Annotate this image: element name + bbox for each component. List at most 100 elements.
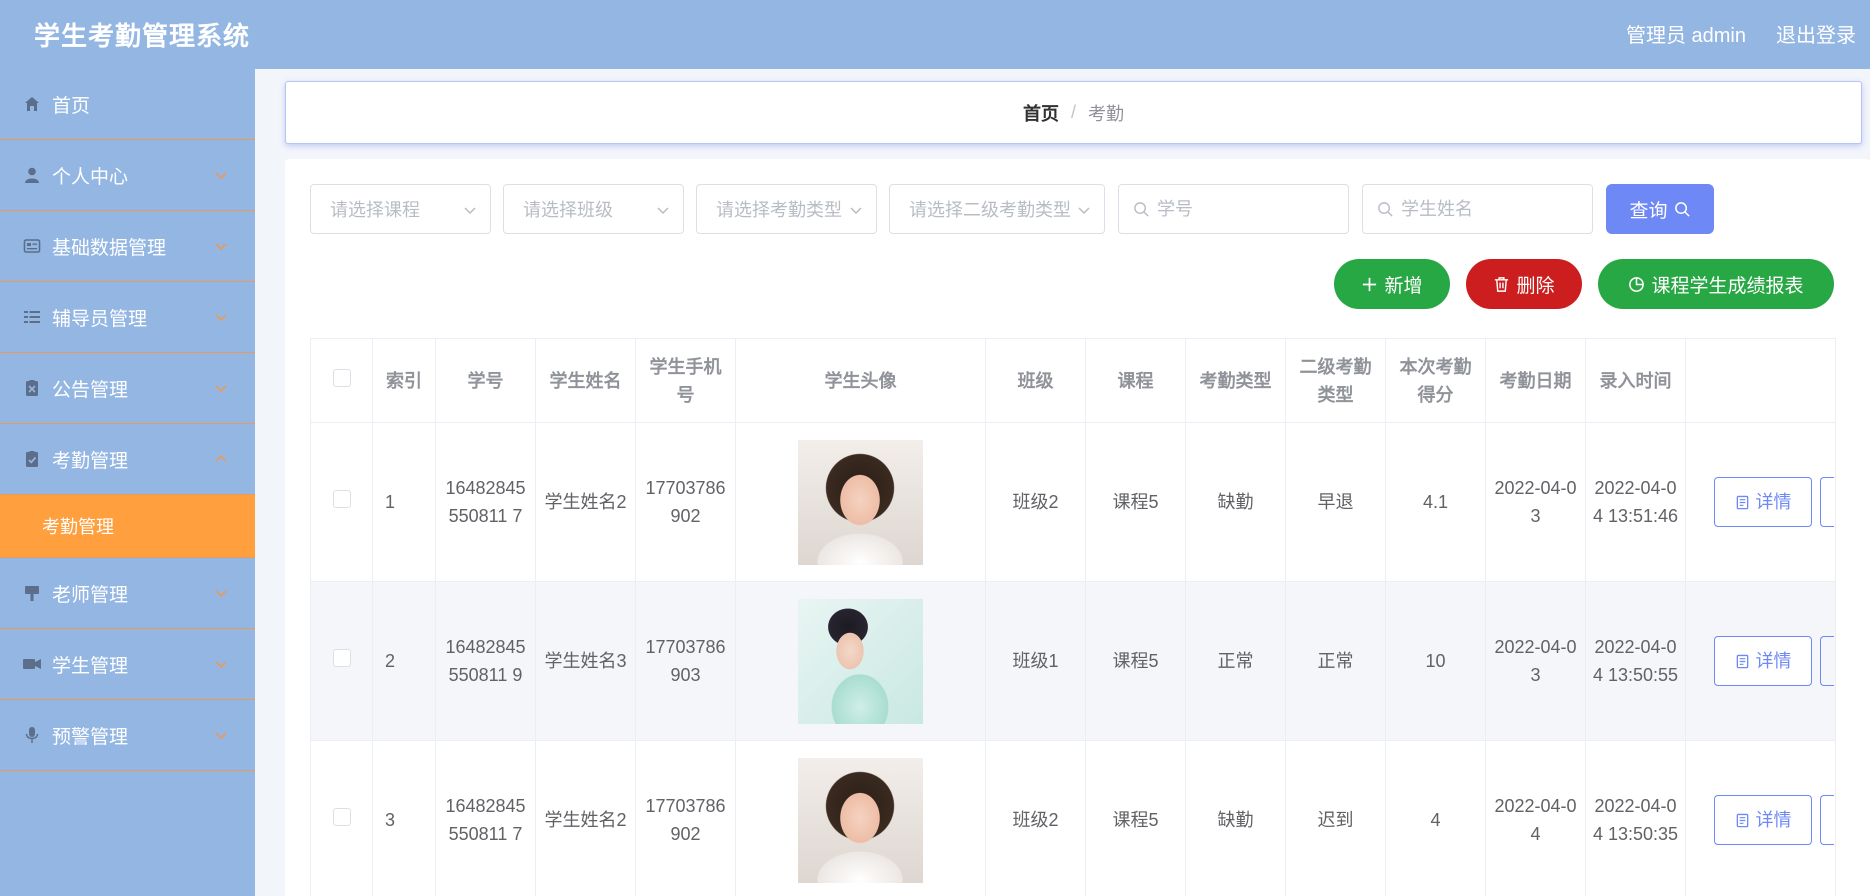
sidebar-item-teacher[interactable]: 老师管理 bbox=[0, 558, 255, 629]
row-checkbox[interactable] bbox=[332, 490, 351, 508]
course-select[interactable]: 请选择课程 bbox=[310, 184, 491, 234]
breadcrumb-current: 考勤 bbox=[1088, 103, 1124, 124]
attendance-type-placeholder: 请选择考勤类型 bbox=[716, 200, 842, 220]
sidebar: 首页 个人中心 基础数据管理 辅导员管理 公告管理 考勤管理 考勤管理 老师管理… bbox=[0, 69, 255, 896]
home-icon bbox=[22, 94, 42, 114]
edit-button[interactable] bbox=[1820, 477, 1834, 527]
column-header: 本次考勤得分 bbox=[1385, 338, 1486, 423]
column-header: 学生头像 bbox=[735, 338, 986, 423]
sidebar-item-student[interactable]: 学生管理 bbox=[0, 629, 255, 700]
top-bar: 学生考勤管理系统 管理员 admin 退出登录 bbox=[0, 0, 1870, 69]
attendance-subtype-placeholder: 请选择二级考勤类型 bbox=[909, 200, 1071, 220]
sidebar-item-warning[interactable]: 预警管理 bbox=[0, 700, 255, 771]
chevron-down-icon bbox=[215, 385, 227, 393]
select-all-cell bbox=[310, 338, 373, 423]
sidebar-item-label: 公告管理 bbox=[52, 379, 129, 401]
add-button-label: 新增 bbox=[1384, 275, 1423, 297]
sidebar-item-home[interactable]: 首页 bbox=[0, 69, 255, 140]
sidebar-subitem-attendance-manage[interactable]: 考勤管理 bbox=[0, 495, 255, 558]
chevron-down-icon bbox=[1078, 207, 1090, 215]
cell-course: 课程5 bbox=[1085, 422, 1186, 582]
sidebar-item-profile[interactable]: 个人中心 bbox=[0, 140, 255, 211]
detail-button-label: 详情 bbox=[1755, 651, 1792, 671]
table-header-row: 索引 学号 学生姓名 学生手机号 学生头像 班级 课程 考勤类型 二级考勤类型 … bbox=[310, 338, 1836, 423]
content-panel: 请选择课程 请选择班级 请选择考勤类型 请选择二级考勤类型 学号 学生姓名 查询… bbox=[285, 159, 1870, 896]
cell-type: 缺勤 bbox=[1185, 422, 1286, 582]
course-select-placeholder: 请选择课程 bbox=[330, 200, 420, 220]
cell-index: 1 bbox=[372, 422, 436, 582]
logout-link[interactable]: 退出登录 bbox=[1776, 19, 1856, 48]
sidebar-item-counselor[interactable]: 辅导员管理 bbox=[0, 282, 255, 353]
chevron-up-icon bbox=[215, 454, 227, 462]
breadcrumb: 首页 / 考勤 bbox=[285, 81, 1862, 144]
attendance-subtype-select[interactable]: 请选择二级考勤类型 bbox=[889, 184, 1105, 234]
column-header: 班级 bbox=[985, 338, 1086, 423]
operations-header bbox=[1685, 338, 1836, 423]
student-no-search bbox=[1118, 184, 1349, 234]
cell-subtype: 迟到 bbox=[1285, 740, 1386, 896]
cell-class: 班级2 bbox=[985, 740, 1086, 896]
student-avatar bbox=[798, 757, 923, 883]
attendance-table: 索引 学号 学生姓名 学生手机号 学生头像 班级 课程 考勤类型 二级考勤类型 … bbox=[310, 338, 1836, 896]
cell-phone: 17703786902 bbox=[635, 422, 736, 582]
sidebar-item-attendance[interactable]: 考勤管理 bbox=[0, 424, 255, 495]
student-avatar bbox=[798, 598, 923, 724]
action-bar: 新增 删除 课程学生成绩报表 bbox=[1334, 259, 1834, 309]
sidebar-item-label: 首页 bbox=[52, 95, 91, 117]
cell-score: 10 bbox=[1385, 581, 1486, 741]
cell-operations: 详情 bbox=[1685, 740, 1836, 896]
breadcrumb-home[interactable]: 首页 bbox=[1023, 100, 1059, 126]
cell-subtype: 早退 bbox=[1285, 422, 1386, 582]
user-area: 管理员 admin 退出登录 bbox=[1626, 19, 1856, 48]
current-user[interactable]: 管理员 admin bbox=[1626, 19, 1746, 48]
delete-button[interactable]: 删除 bbox=[1466, 259, 1582, 309]
detail-button[interactable]: 详情 bbox=[1714, 477, 1812, 527]
sidebar-item-notice[interactable]: 公告管理 bbox=[0, 353, 255, 424]
app-title: 学生考勤管理系统 bbox=[34, 21, 251, 51]
edit-button[interactable] bbox=[1820, 636, 1834, 686]
trash-icon bbox=[1495, 276, 1509, 292]
search-icon bbox=[1674, 201, 1690, 217]
column-header: 索引 bbox=[372, 338, 436, 423]
cell-operations: 详情 bbox=[1685, 422, 1836, 582]
cell-class: 班级1 bbox=[985, 581, 1086, 741]
document-icon bbox=[1736, 495, 1748, 509]
column-header: 学号 bbox=[435, 338, 536, 423]
sidebar-item-basic-data[interactable]: 基础数据管理 bbox=[0, 211, 255, 282]
query-button[interactable]: 查询 bbox=[1606, 184, 1714, 234]
chevron-down-icon bbox=[215, 314, 227, 322]
student-no-input[interactable] bbox=[1119, 185, 1348, 233]
query-button-label: 查询 bbox=[1629, 200, 1668, 222]
delete-button-label: 删除 bbox=[1516, 275, 1555, 297]
detail-button-label: 详情 bbox=[1755, 810, 1792, 830]
row-checkbox[interactable] bbox=[332, 808, 351, 826]
chevron-down-icon bbox=[215, 732, 227, 740]
student-name-search bbox=[1362, 184, 1593, 234]
table-row: 1 16482845550811 7 学生姓名2 17703786902 班级2… bbox=[310, 422, 1836, 582]
cell-student-name: 学生姓名3 bbox=[535, 581, 636, 741]
class-select[interactable]: 请选择班级 bbox=[503, 184, 684, 234]
column-header: 课程 bbox=[1085, 338, 1186, 423]
column-header: 考勤日期 bbox=[1485, 338, 1586, 423]
document-icon bbox=[1736, 813, 1748, 827]
select-all-checkbox[interactable] bbox=[332, 368, 351, 387]
cell-score: 4.1 bbox=[1385, 422, 1486, 582]
cell-type: 缺勤 bbox=[1185, 740, 1286, 896]
cell-subtype: 正常 bbox=[1285, 581, 1386, 741]
search-icon bbox=[1134, 202, 1149, 217]
detail-button[interactable]: 详情 bbox=[1714, 636, 1812, 686]
sidebar-item-label: 考勤管理 bbox=[52, 450, 129, 472]
notice-icon bbox=[22, 378, 42, 398]
detail-button[interactable]: 详情 bbox=[1714, 795, 1812, 845]
add-button[interactable]: 新增 bbox=[1334, 259, 1450, 309]
sidebar-subitem-label: 考勤管理 bbox=[42, 517, 114, 537]
row-checkbox[interactable] bbox=[332, 649, 351, 667]
attendance-type-select[interactable]: 请选择考勤类型 bbox=[696, 184, 877, 234]
sidebar-item-label: 个人中心 bbox=[52, 166, 129, 188]
table-row: 3 16482845550811 7 学生姓名2 17703786902 班级2… bbox=[310, 740, 1836, 896]
chevron-down-icon bbox=[215, 172, 227, 180]
report-button[interactable]: 课程学生成绩报表 bbox=[1598, 259, 1834, 309]
edit-button[interactable] bbox=[1820, 795, 1834, 845]
student-name-input[interactable] bbox=[1363, 185, 1592, 233]
filter-bar: 请选择课程 请选择班级 请选择考勤类型 请选择二级考勤类型 学号 学生姓名 查询 bbox=[310, 184, 1714, 234]
